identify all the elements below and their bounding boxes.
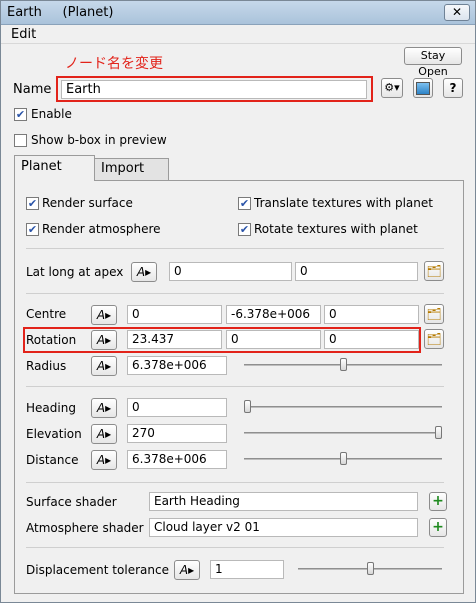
name-label: Name xyxy=(13,82,52,97)
folder-icon[interactable]: 🗂 xyxy=(424,304,444,324)
tab-planet[interactable]: Planet xyxy=(14,155,95,181)
displacement-slider-thumb[interactable] xyxy=(366,562,374,575)
show-bbox-label: Show b-box in preview xyxy=(31,133,167,147)
divider xyxy=(26,248,444,249)
divider xyxy=(26,482,444,483)
help-button[interactable]: ? xyxy=(443,78,463,98)
lat-long-label: Lat long at apex xyxy=(26,265,124,279)
folder-icon[interactable]: 🗂 xyxy=(424,261,444,281)
divider xyxy=(26,386,444,387)
atmosphere-shader-input[interactable]: Cloud layer v2 01 xyxy=(149,518,418,537)
atmosphere-shader-label: Atmosphere shader xyxy=(26,521,144,535)
enable-label: Enable xyxy=(31,107,72,121)
preview-icon[interactable] xyxy=(413,78,433,98)
add-surface-shader-button[interactable]: + xyxy=(429,492,447,511)
elevation-input[interactable]: 270 xyxy=(127,424,227,443)
radius-label: Radius xyxy=(26,359,67,373)
menu-edit[interactable]: Edit xyxy=(11,27,36,42)
lat-input[interactable]: 0 xyxy=(169,262,292,281)
elevation-label: Elevation xyxy=(26,427,82,441)
render-atmosphere-checkbox[interactable]: ✔ xyxy=(26,223,39,236)
radius-slider-thumb[interactable] xyxy=(339,358,347,371)
rotation-label: Rotation xyxy=(26,333,77,347)
anim-icon[interactable]: A▸ xyxy=(131,262,157,282)
heading-slider-thumb[interactable] xyxy=(244,400,251,413)
distance-label: Distance xyxy=(26,453,79,467)
name-input[interactable]: Earth xyxy=(61,80,367,99)
displacement-input[interactable]: 1 xyxy=(210,560,284,579)
distance-input[interactable]: 6.378e+006 xyxy=(127,450,227,469)
anim-icon[interactable]: A▸ xyxy=(174,560,200,580)
radius-input[interactable]: 6.378e+006 xyxy=(127,356,227,375)
render-surface-checkbox[interactable]: ✔ xyxy=(26,197,39,210)
window-title: Earth (Planet) xyxy=(7,5,114,20)
show-bbox-checkbox[interactable] xyxy=(14,134,27,147)
enable-checkbox[interactable]: ✔ xyxy=(14,108,27,121)
anim-icon[interactable]: A▸ xyxy=(91,424,117,444)
rotate-textures-checkbox[interactable]: ✔ xyxy=(238,223,251,236)
render-surface-label: Render surface xyxy=(42,196,133,210)
distance-slider-thumb[interactable] xyxy=(339,452,347,465)
centre-y-input[interactable]: -6.378e+006 xyxy=(226,305,321,324)
anim-icon[interactable]: A▸ xyxy=(91,330,117,350)
rotation-x-input[interactable]: 23.437 xyxy=(127,330,222,349)
heading-input[interactable]: 0 xyxy=(127,398,227,417)
long-input[interactable]: 0 xyxy=(295,262,418,281)
centre-x-input[interactable]: 0 xyxy=(127,305,222,324)
tab-import[interactable]: Import xyxy=(94,158,169,180)
anim-icon[interactable]: A▸ xyxy=(91,356,117,376)
surface-shader-label: Surface shader xyxy=(26,495,117,509)
divider xyxy=(26,547,444,548)
planet-editor-window: Earth (Planet) ✕ Edit ノード名を変更 Stay Open … xyxy=(0,0,476,603)
heading-slider-track[interactable] xyxy=(244,406,442,408)
displacement-label: Displacement tolerance xyxy=(26,563,169,577)
stay-open-button[interactable]: Stay Open xyxy=(404,47,462,78)
anim-icon[interactable]: A▸ xyxy=(91,398,117,418)
gear-icon[interactable]: ⚙▾ xyxy=(381,78,403,98)
translate-textures-checkbox[interactable]: ✔ xyxy=(238,197,251,210)
centre-label: Centre xyxy=(26,307,67,321)
surface-shader-input[interactable]: Earth Heading xyxy=(149,492,418,511)
rotation-y-input[interactable]: 0 xyxy=(226,330,321,349)
close-button[interactable]: ✕ xyxy=(444,4,470,21)
render-atmosphere-label: Render atmosphere xyxy=(42,222,161,236)
rotate-textures-label: Rotate textures with planet xyxy=(254,222,418,236)
rotation-z-input[interactable]: 0 xyxy=(324,330,419,349)
heading-label: Heading xyxy=(26,401,76,415)
elevation-slider-track[interactable] xyxy=(244,432,442,434)
divider xyxy=(26,293,444,294)
elevation-slider-thumb[interactable] xyxy=(435,426,442,439)
annotation-text: ノード名を変更 xyxy=(65,56,163,72)
title-bar: Earth (Planet) ✕ xyxy=(1,1,475,25)
add-atmosphere-shader-button[interactable]: + xyxy=(429,518,447,537)
anim-icon[interactable]: A▸ xyxy=(91,305,117,325)
menu-bar: Edit xyxy=(1,25,475,44)
folder-icon[interactable]: 🗂 xyxy=(424,329,444,349)
centre-z-input[interactable]: 0 xyxy=(324,305,419,324)
anim-icon[interactable]: A▸ xyxy=(91,450,117,470)
translate-textures-label: Translate textures with planet xyxy=(254,196,433,210)
